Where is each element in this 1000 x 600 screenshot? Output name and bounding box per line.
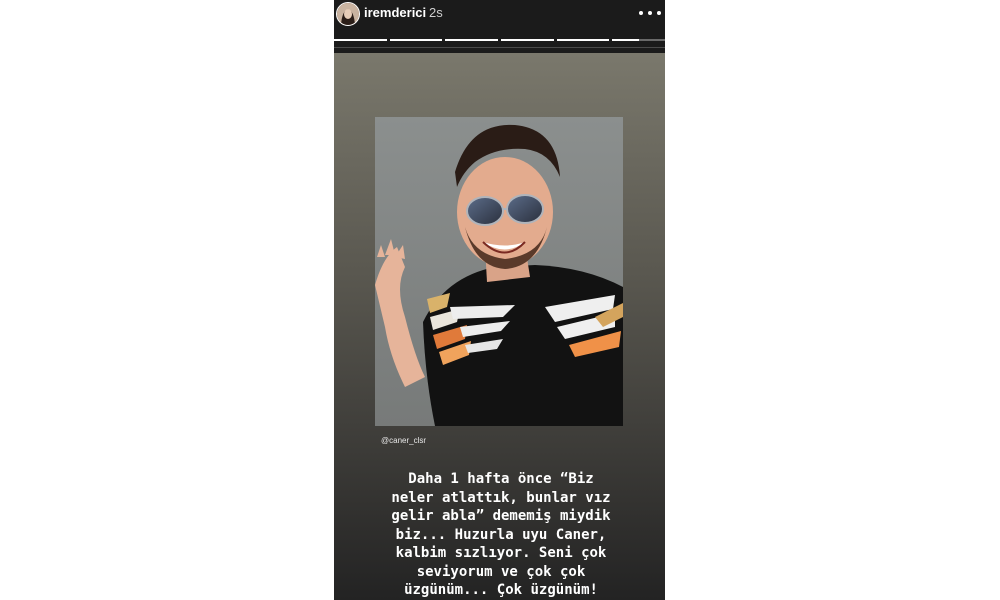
caption-line: gelir abla” dememiş miydik [391,508,611,524]
progress-segment [445,39,499,41]
progress-segment [334,39,387,41]
progress-fill [445,39,499,41]
progress-fill [556,39,610,41]
photo-credit[interactable]: @caner_clsr [381,436,426,445]
caption-line: kalbim sızlıyor. Seni çok [395,545,607,561]
caption-line: üzgünüm... Çok üzgünüm! [404,582,598,598]
caption-line: Daha 1 hafta önce “Biz [408,471,594,487]
header-divider [334,47,665,48]
caption-line: neler atlattık, bunlar vız [391,489,611,506]
story-viewer[interactable]: iremderici 2s @caner_clsr Daha 1 hafta ö… [334,0,665,600]
progress-fill [334,39,387,41]
progress-fill [501,39,554,41]
portrait-image [375,117,623,426]
progress-fill [389,39,443,41]
more-horizontal-icon[interactable] [639,6,661,20]
story-caption: Daha 1 hafta önce “Biz neler atlattık, b… [356,470,646,600]
story-timestamp: 2s [429,5,443,20]
caption-line: seviyorum ve çok çok [416,563,586,580]
story-username[interactable]: iremderici [364,5,426,20]
progress-segment [612,39,665,41]
progress-fill [612,39,639,41]
progress-segment [389,39,443,41]
more-dot [639,11,643,15]
story-progress-bar [334,39,665,41]
caption-line: biz... Huzurla uyu Caner, [395,526,607,543]
story-header: iremderici 2s [334,0,665,53]
profile-avatar[interactable] [336,2,360,26]
avatar-image [337,3,359,25]
progress-segment [556,39,610,41]
story-photo [375,117,623,426]
more-dot [648,11,652,15]
more-dot [657,11,661,15]
progress-segment [501,39,554,41]
